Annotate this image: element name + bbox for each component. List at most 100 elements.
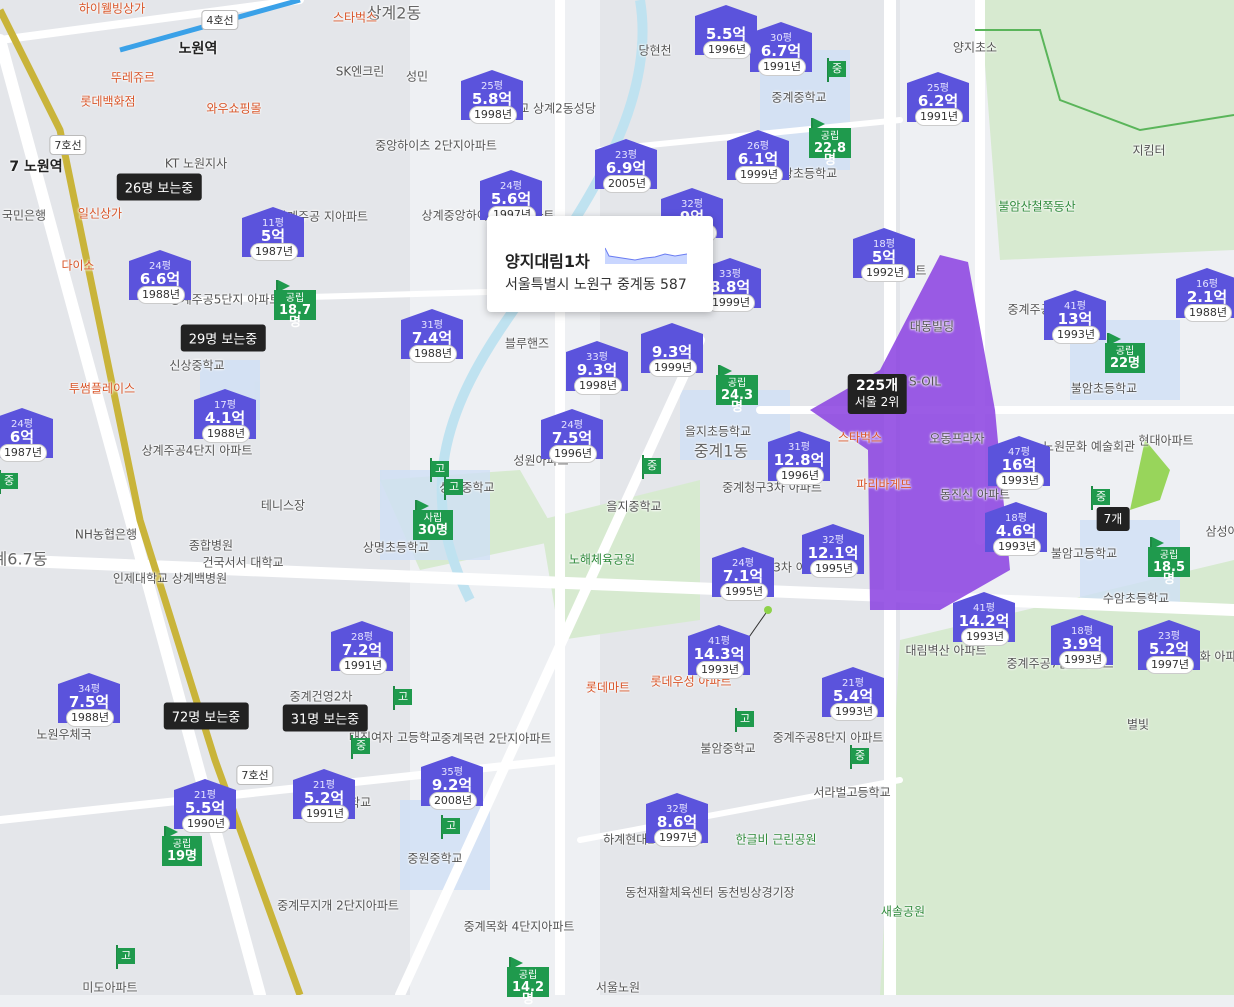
marker-year: 2008년 — [429, 792, 477, 810]
school-level: 중 — [851, 748, 869, 764]
marker-year: 1999년 — [707, 294, 755, 312]
marker-year: 1996년 — [549, 445, 597, 463]
apartment-price-marker[interactable]: 5.5억 1996년 — [695, 5, 757, 65]
students-per-class: 14.2명 — [511, 980, 545, 1007]
marker-year: 1988년 — [137, 286, 185, 304]
marker-year: 1993년 — [830, 703, 878, 721]
apartment-price-marker[interactable]: 31평 12.8억 1996년 — [768, 431, 830, 491]
apartment-popup[interactable]: 양지대림1차 서울특별시 노원구 중계동 587 — [487, 216, 713, 312]
school-level-flag[interactable]: 중 — [848, 745, 870, 769]
apartment-price-marker[interactable]: 24평 7.5억 1996년 — [541, 409, 603, 469]
students-per-class: 22.8명 — [813, 141, 847, 168]
marker-year: 1993년 — [1052, 326, 1100, 344]
viewer-badge[interactable]: 72명 보는중 — [163, 702, 249, 730]
viewer-badge[interactable]: 31명 보는중 — [282, 704, 368, 732]
apartment-price-marker[interactable]: 18평 3.9억 1993년 — [1051, 615, 1113, 675]
students-per-class: 18.5명 — [1152, 560, 1186, 587]
apartment-price-marker[interactable]: 41평 14.3억 1993년 — [688, 625, 750, 685]
apartment-price-marker[interactable]: 23평 5.2억 1997년 — [1138, 620, 1200, 680]
school-level: 고 — [442, 818, 460, 834]
apartment-price-marker[interactable]: 24평 6.6억 1988년 — [129, 250, 191, 310]
school-flag[interactable]: 공립 18.7명 — [272, 280, 316, 329]
apartment-price-marker[interactable]: 41평 14.2억 1993년 — [953, 592, 1015, 652]
school-level: 중 — [828, 61, 846, 77]
cluster-rank: 서울 2위 — [854, 395, 900, 409]
school-flag[interactable]: 사립 30명 — [411, 500, 455, 540]
apartment-price-marker[interactable]: 17평 4.1억 1988년 — [194, 389, 256, 449]
marker-year: 1988년 — [66, 709, 114, 727]
marker-year: 1993년 — [961, 628, 1009, 646]
school-level-flag[interactable]: 고 — [733, 708, 755, 732]
school-flag[interactable]: 공립 24.3명 — [714, 365, 758, 414]
school-level-flag[interactable]: 중 — [825, 58, 847, 82]
popup-address: 서울특별시 노원구 중계동 587 — [505, 277, 687, 293]
marker-year: 1995년 — [720, 583, 768, 601]
apartment-price-marker[interactable]: 33평 9.3억 1998년 — [566, 341, 628, 401]
apartment-price-marker[interactable]: 35평 9.2억 2008년 — [421, 756, 483, 816]
marker-year: 1988년 — [409, 345, 457, 363]
marker-year: 1998년 — [469, 106, 517, 124]
nowon-station-label[interactable]: 노원역 — [179, 38, 218, 58]
school-flag[interactable]: 공립 22.8명 — [807, 118, 851, 167]
line7-badge: 7호선 — [236, 765, 274, 785]
school-level-flag[interactable]: 중 — [0, 470, 19, 494]
apartment-price-marker[interactable]: 26평 6.1억 1999년 — [727, 130, 789, 190]
flag-box: 공립 22명 — [1105, 343, 1145, 373]
apartment-price-marker[interactable]: 23평 6.9억 2005년 — [595, 139, 657, 199]
apartment-price-marker[interactable]: 18평 4.6억 1993년 — [985, 502, 1047, 562]
apartment-price-marker[interactable]: 34평 7.5억 1988년 — [58, 673, 120, 733]
price-sparkline — [605, 247, 687, 264]
markers-layer: 25평 5.8억 1998년 30평 6.7억 1991년 25평 6.2억 1991년 23평 6… — [0, 0, 1234, 1006]
apartment-price-marker[interactable]: 28평 7.2억 1991년 — [331, 621, 393, 681]
marker-year: 1995년 — [810, 560, 858, 578]
marker-year: 1987년 — [0, 444, 47, 462]
school-level-flag[interactable]: 중 — [349, 735, 371, 759]
school-level-flag[interactable]: 고 — [442, 476, 464, 500]
viewer-badge[interactable]: 26명 보는중 — [116, 173, 202, 201]
marker-year: 1992년 — [861, 264, 909, 282]
cluster-count-badge[interactable]: 225개 서울 2위 — [847, 374, 907, 414]
school-level: 중 — [0, 473, 18, 489]
flag-box: 공립 24.3명 — [716, 375, 758, 414]
apartment-price-marker[interactable]: 18평 5억 1992년 — [853, 228, 915, 288]
marker-year: 1993년 — [996, 472, 1044, 490]
apartment-price-marker[interactable]: 11평 5억 1987년 — [242, 207, 304, 267]
apartment-price-marker[interactable]: 47평 16억 1993년 — [988, 436, 1050, 496]
school-flag[interactable]: 공립 18.5명 — [1146, 537, 1190, 586]
marker-year: 1991년 — [915, 108, 963, 126]
line4-badge: 4호선 — [201, 10, 239, 30]
school-flag[interactable]: 공립 19명 — [160, 826, 204, 866]
apartment-price-marker[interactable]: 9.3억 1999년 — [641, 323, 703, 383]
marker-year: 1988년 — [1184, 304, 1232, 322]
school-level-flag[interactable]: 고 — [439, 815, 461, 839]
apartment-price-marker[interactable]: 24평 6억 1987년 — [0, 408, 53, 468]
marker-year: 1991년 — [301, 805, 349, 823]
apartment-price-marker[interactable]: 25평 5.8억 1998년 — [461, 70, 523, 130]
school-level-flag[interactable]: 고 — [114, 945, 136, 969]
marker-year: 1997년 — [1146, 656, 1194, 674]
school-level: 고 — [431, 461, 449, 477]
apartment-price-marker[interactable]: 21평 5.2억 1991년 — [293, 769, 355, 829]
flag-box: 공립 22.8명 — [809, 128, 851, 167]
apartment-price-marker[interactable]: 16평 2.1억 1988년 — [1176, 268, 1234, 328]
apartment-price-marker[interactable]: 31평 7.4억 1988년 — [401, 309, 463, 369]
school-flag[interactable]: 공립 14.2명 — [505, 957, 549, 1006]
nowon-station-label-7[interactable]: 7 노원역 — [9, 156, 62, 176]
viewer-badge[interactable]: 29명 보는중 — [180, 324, 266, 352]
apartment-price-marker[interactable]: 25평 6.2억 1991년 — [907, 72, 969, 132]
apartment-price-marker[interactable]: 24평 7.1억 1995년 — [712, 547, 774, 607]
apartment-price-marker[interactable]: 41평 13억 1993년 — [1044, 290, 1106, 350]
flag-box: 공립 19명 — [162, 836, 202, 866]
students-per-class: 22명 — [1109, 356, 1141, 371]
flag-box: 공립 18.5명 — [1148, 547, 1190, 586]
school-flag[interactable]: 공립 22명 — [1103, 333, 1147, 373]
school-level-flag[interactable]: 고 — [391, 686, 413, 710]
apartment-price-marker[interactable]: 21평 5.4억 1993년 — [822, 667, 884, 727]
school-level-flag[interactable]: 중 — [640, 455, 662, 479]
apartment-price-marker[interactable]: 32평 8.6억 1997년 — [646, 793, 708, 853]
popup-title: 양지대림1차 — [505, 252, 590, 271]
cluster-small-badge[interactable]: 7개 — [1096, 507, 1130, 531]
marker-year: 1999년 — [649, 359, 697, 377]
apartment-price-marker[interactable]: 30평 6.7억 1991년 — [750, 22, 812, 82]
apartment-price-marker[interactable]: 32평 12.1억 1995년 — [802, 524, 864, 584]
